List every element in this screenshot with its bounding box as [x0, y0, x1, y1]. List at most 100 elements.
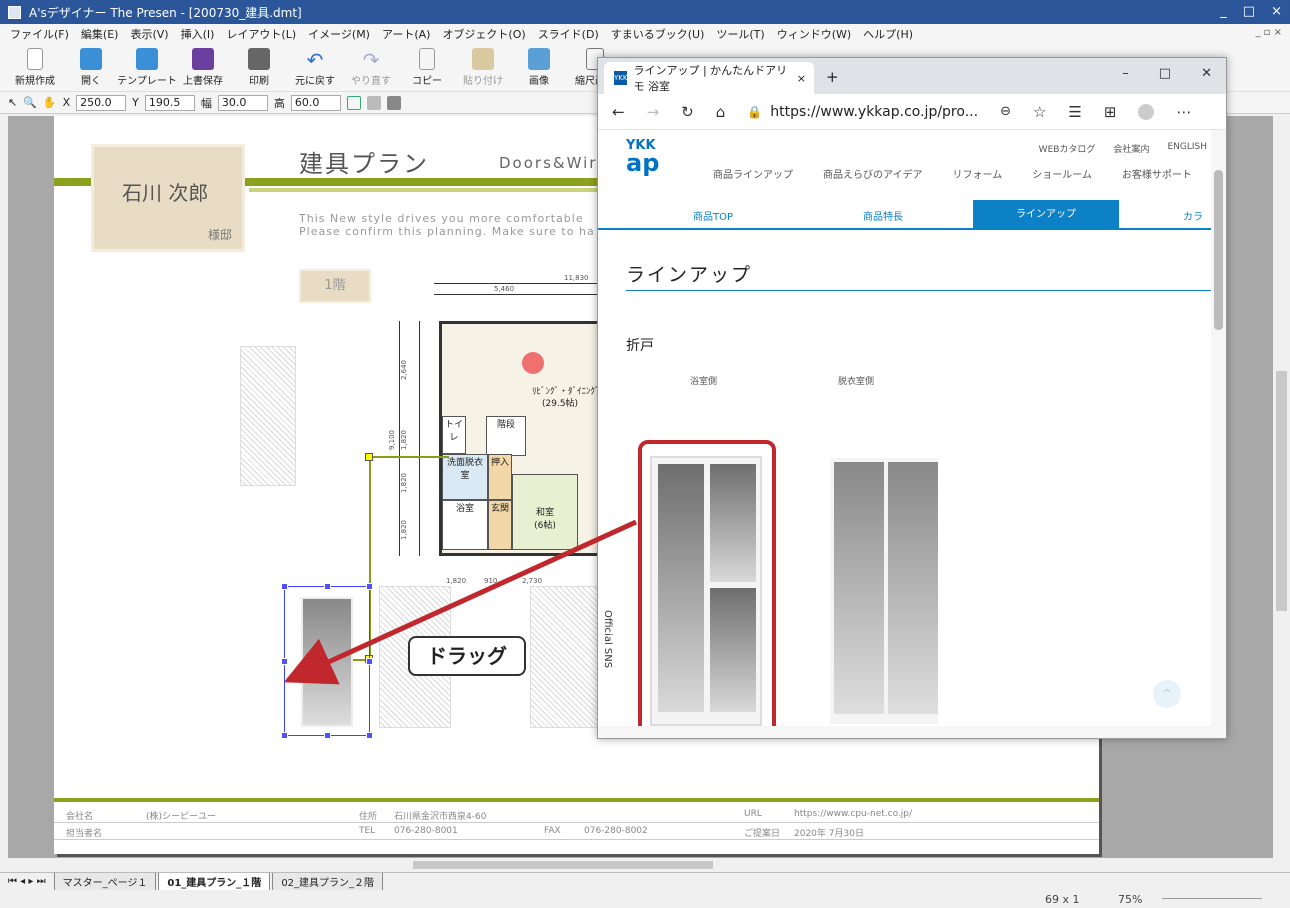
width-field[interactable]: 30.0: [217, 94, 268, 111]
horizontal-scrollbar[interactable]: [8, 858, 1273, 872]
back-icon[interactable]: ←: [612, 103, 625, 121]
arrow-tool-icon[interactable]: ↖: [8, 96, 17, 109]
menu-view[interactable]: 表示(V): [130, 26, 168, 42]
floor-badge[interactable]: 1階: [299, 269, 371, 303]
more-icon[interactable]: ⋯: [1176, 103, 1191, 121]
undo-button[interactable]: ↶ 元に戻す: [290, 44, 340, 91]
scroll-thumb[interactable]: [1276, 371, 1287, 611]
zoom-icon[interactable]: 🔍: [23, 96, 37, 109]
menu-slide[interactable]: スライド(D): [538, 26, 599, 42]
resize-handle[interactable]: [281, 658, 288, 665]
link-english[interactable]: ENGLISH: [1167, 142, 1207, 155]
nav-showroom[interactable]: ショールーム: [1032, 166, 1092, 181]
plan-title[interactable]: 建具プラン: [299, 144, 429, 179]
profile-avatar[interactable]: [1138, 103, 1155, 120]
ratio-lock-icon[interactable]: [346, 95, 361, 110]
menu-art[interactable]: アート(A): [382, 26, 430, 42]
resize-handle[interactable]: [324, 732, 331, 739]
browser-vertical-scrollbar[interactable]: [1211, 130, 1226, 726]
nav-reform[interactable]: リフォーム: [953, 166, 1003, 181]
browser-minimize-button[interactable]: –: [1122, 66, 1129, 81]
resize-handle[interactable]: [281, 732, 288, 739]
menu-object[interactable]: オブジェクト(O): [442, 26, 525, 42]
tab-master-page[interactable]: マスター_ページ１: [53, 872, 157, 891]
home-icon[interactable]: ⌂: [716, 103, 726, 121]
line-color-icon[interactable]: [386, 95, 401, 110]
forward-icon[interactable]: →: [647, 103, 660, 121]
placeholder-box[interactable]: [240, 346, 296, 486]
menu-smilebook[interactable]: すまいるブック(U): [611, 26, 705, 42]
favorite-star-icon[interactable]: ☆: [1033, 103, 1046, 121]
menu-tools[interactable]: ツール(T): [716, 26, 764, 42]
menu-help[interactable]: ヘルプ(H): [863, 26, 913, 42]
official-sns-tab[interactable]: Official SNS: [602, 610, 613, 668]
zoom-slider[interactable]: [1162, 898, 1262, 899]
hand-icon[interactable]: ✋: [43, 96, 57, 109]
resize-handle[interactable]: [366, 732, 373, 739]
new-tab-icon[interactable]: +: [826, 68, 839, 86]
maximize-button[interactable]: □: [1243, 4, 1255, 19]
menu-edit[interactable]: 編集(E): [81, 26, 119, 42]
scroll-thumb[interactable]: [413, 861, 713, 869]
open-button[interactable]: 開く: [66, 44, 116, 91]
link-company[interactable]: 会社案内: [1113, 142, 1149, 155]
browser-horizontal-scrollbar[interactable]: [598, 726, 1226, 738]
favorites-list-icon[interactable]: ☰: [1068, 103, 1081, 121]
tab-floor1-plan[interactable]: 01_建具プラン_１階: [158, 872, 271, 891]
copy-button[interactable]: コピー: [402, 44, 452, 91]
scroll-top-button[interactable]: ^: [1153, 680, 1181, 708]
tab-close-icon[interactable]: ×: [797, 72, 806, 85]
browser-close-button[interactable]: ✕: [1201, 66, 1212, 81]
resize-handle[interactable]: [366, 658, 373, 665]
ykk-logo[interactable]: YKK ap: [626, 138, 659, 175]
x-field[interactable]: 250.0: [76, 94, 127, 111]
zoom-out-icon[interactable]: ⊖: [1000, 104, 1011, 119]
link-web-catalog[interactable]: WEBカタログ: [1039, 142, 1096, 155]
fill-color-icon[interactable]: [366, 95, 381, 110]
nav-ideas[interactable]: 商品えらびのアイデア: [823, 166, 923, 181]
new-button[interactable]: 新規作成: [10, 44, 60, 91]
floor-plan[interactable]: ﾘﾋﾞﾝｸﾞ・ﾀﾞｲﾆﾝｸﾞ (29.5帖) トイレ 階段 洗面脱衣室 押入 浴…: [439, 321, 609, 556]
height-field[interactable]: 60.0: [290, 94, 341, 111]
address-field[interactable]: 🔒 https://www.ykkap.co.jp/pro...: [747, 104, 978, 120]
collections-icon[interactable]: ⊞: [1104, 103, 1117, 121]
nav-product-lineup[interactable]: 商品ラインアップ: [713, 166, 793, 181]
image-button[interactable]: 画像: [514, 44, 564, 91]
vertical-scrollbar[interactable]: [1273, 116, 1290, 858]
y-field[interactable]: 190.5: [144, 94, 195, 111]
resize-handle[interactable]: [366, 583, 373, 590]
menu-insert[interactable]: 挿入(I): [181, 26, 215, 42]
tab-floor2-plan[interactable]: 02_建具プラン_２階: [272, 872, 384, 891]
scroll-thumb[interactable]: [1214, 170, 1223, 330]
mdi-controls[interactable]: _ ▫ ×: [1255, 27, 1282, 38]
tab-nav-icons[interactable]: ⏮ ◂ ▸ ⏭: [8, 876, 46, 887]
browser-tab[interactable]: YKK ラインアップ | かんたんドアリモ 浴室 ×: [604, 62, 814, 94]
connector-handle[interactable]: [365, 453, 373, 461]
plan-title-en[interactable]: Doors&Wir: [499, 154, 597, 172]
resize-handle[interactable]: [281, 583, 288, 590]
minimize-button[interactable]: _: [1220, 4, 1227, 19]
menu-layout[interactable]: レイアウト(L): [226, 26, 296, 42]
placeholder-box[interactable]: [530, 586, 602, 728]
subnav-features[interactable]: 商品特長: [863, 208, 903, 223]
menu-window[interactable]: ウィンドウ(W): [777, 26, 851, 42]
save-button[interactable]: 上書保存: [178, 44, 228, 91]
footer-info[interactable]: 会社名 (株)シーピーユー 住所 石川県金沢市西泉4-60 URL https:…: [54, 806, 1099, 840]
door-image-dressing-side[interactable]: [828, 456, 940, 726]
menu-file[interactable]: ファイル(F): [10, 26, 69, 42]
template-button[interactable]: テンプレート: [117, 44, 177, 91]
paste-button[interactable]: 貼り付け: [458, 44, 508, 91]
menu-image[interactable]: イメージ(M): [308, 26, 370, 42]
print-button[interactable]: 印刷: [234, 44, 284, 91]
selected-door-object[interactable]: [281, 583, 373, 739]
plan-description[interactable]: This New style drives you more comfortab…: [299, 212, 595, 238]
close-button[interactable]: ×: [1271, 4, 1282, 19]
subnav-top[interactable]: 商品TOP: [693, 208, 733, 223]
subnav-lineup[interactable]: ラインアップ: [973, 200, 1119, 230]
subnav-color[interactable]: カラ: [1183, 208, 1203, 223]
refresh-icon[interactable]: ↻: [681, 103, 694, 121]
browser-maximize-button[interactable]: □: [1159, 66, 1171, 81]
resize-handle[interactable]: [324, 583, 331, 590]
client-name-card[interactable]: 石川 次郎 様邸: [91, 144, 245, 252]
redo-button[interactable]: ↷ やり直す: [346, 44, 396, 91]
